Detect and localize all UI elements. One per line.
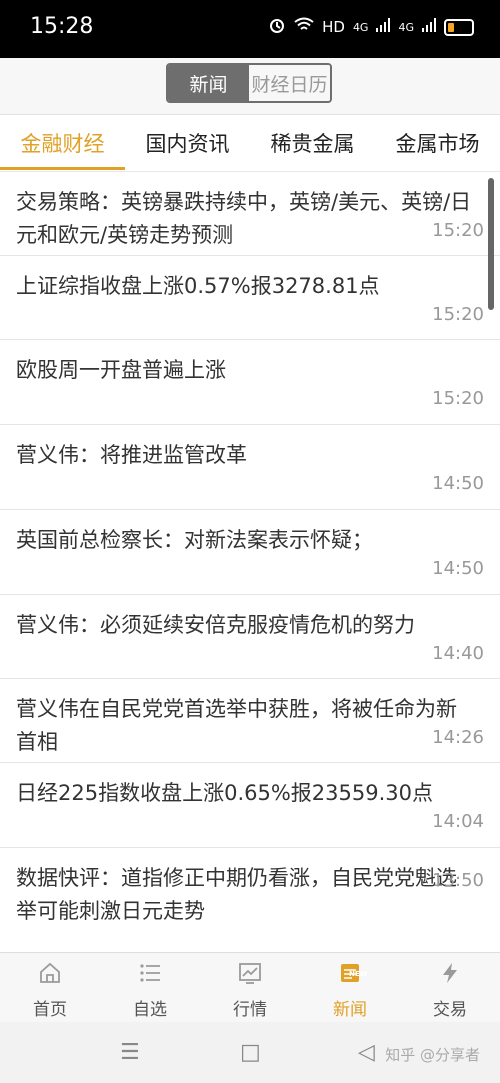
back-icon[interactable]: ◁: [358, 1040, 375, 1065]
lightning-icon: [443, 963, 457, 983]
segment-news[interactable]: 新闻: [168, 65, 249, 101]
signal-icon-2: [422, 18, 436, 36]
news-title: 菅义伟：将推进监管改革: [16, 443, 247, 467]
news-item[interactable]: 英国前总检察长：对新法案表示怀疑； 14:50: [0, 510, 500, 595]
tab-domestic[interactable]: 国内资讯: [125, 115, 250, 171]
news-time: 14:26: [432, 727, 484, 748]
news-title: 菅义伟在自民党党首选举中获胜，将被任命为新首相: [16, 697, 457, 754]
news-item[interactable]: 菅义伟在自民党党首选举中获胜，将被任命为新首相 14:26: [0, 679, 500, 763]
news-title: 欧股周一开盘普遍上涨: [16, 358, 226, 382]
nav-watchlist[interactable]: 自选: [100, 953, 200, 1023]
news-item[interactable]: 上证综指收盘上涨0.57%报3278.81点 15:20: [0, 256, 500, 340]
battery-icon: [444, 18, 474, 36]
watermark: 知乎 @分享者: [385, 1046, 480, 1064]
news-time: 14:50: [432, 558, 484, 579]
hd-label: HD: [322, 18, 345, 36]
news-item[interactable]: 日经225指数收盘上涨0.65%报23559.30点 14:04: [0, 763, 500, 848]
news-time: 14:50: [432, 473, 484, 494]
active-tab-indicator: [0, 167, 125, 170]
wifi-icon: [294, 17, 314, 37]
news-title: 日经225指数收盘上涨0.65%报23559.30点: [16, 781, 433, 805]
segment-calendar[interactable]: 财经日历: [249, 65, 330, 101]
news-time: 14:04: [432, 811, 484, 832]
chart-icon: [239, 963, 261, 984]
signal-icon-1: [376, 18, 391, 36]
status-time: 15:28: [30, 14, 94, 39]
home-icon: [40, 962, 60, 983]
news-title: 菅义伟：必须延续安倍克服疫情危机的努力: [16, 613, 415, 637]
news-item[interactable]: 欧股周一开盘普遍上涨 15:20: [0, 340, 500, 425]
news-time: 13:50: [432, 870, 484, 891]
home-button-icon[interactable]: □: [240, 1040, 261, 1065]
scrollbar[interactable]: [488, 178, 494, 310]
news-item[interactable]: 菅义伟：必须延续安倍克服疫情危机的努力 14:40: [0, 595, 500, 679]
news-list: 交易策略：英镑暴跌持续中，英镑/美元、英镑/日元和欧元/英镑走势预测 15:20…: [0, 172, 500, 952]
news-title: 上证综指收盘上涨0.57%报3278.81点: [16, 274, 380, 298]
status-icons: HD 4G 4G: [268, 16, 474, 38]
alarm-icon: [268, 16, 286, 38]
status-bar: 15:28 HD 4G 4G: [0, 0, 500, 58]
news-time: 15:20: [432, 220, 484, 241]
tab-metal-market[interactable]: 金属市场: [375, 115, 500, 171]
signal-4g-label-2: 4G: [398, 20, 414, 34]
nav-home[interactable]: 首页: [0, 953, 100, 1023]
news-time: 15:20: [432, 388, 484, 409]
nav-market[interactable]: 行情: [200, 953, 300, 1023]
news-title: 数据快评：道指修正中期仍看涨，自民党党魁选举可能刺激日元走势: [16, 866, 457, 923]
nav-news[interactable]: 新闻 NEW: [300, 953, 400, 1023]
tab-precious-metals[interactable]: 稀贵金属: [250, 115, 375, 171]
news-title: 交易策略：英镑暴跌持续中，英镑/美元、英镑/日元和欧元/英镑走势预测: [16, 190, 472, 247]
nav-home-label: 首页: [33, 1000, 67, 1020]
nav-news-label: 新闻: [333, 1000, 367, 1020]
nav-trade-label: 交易: [433, 1000, 467, 1020]
tab-finance[interactable]: 金融财经: [0, 115, 125, 171]
nav-trade[interactable]: 交易: [400, 953, 500, 1023]
menu-icon[interactable]: ☰: [120, 1040, 140, 1065]
bottom-nav: 首页 自选 行情 新闻 NEW 交易: [0, 952, 500, 1023]
segment-control: 新闻 财经日历: [166, 63, 332, 103]
news-time: 14:40: [432, 643, 484, 664]
news-item[interactable]: 交易策略：英镑暴跌持续中，英镑/美元、英镑/日元和欧元/英镑走势预测 15:20: [0, 172, 500, 256]
system-nav-bar: ☰ □ ◁ 知乎 @分享者: [0, 1022, 500, 1083]
list-icon: [140, 964, 160, 982]
new-badge: NEW: [349, 970, 368, 978]
news-title: 英国前总检察长：对新法案表示怀疑；: [16, 528, 373, 552]
news-item[interactable]: 数据快评：道指修正中期仍看涨，自民党党魁选举可能刺激日元走势 13:50: [0, 848, 500, 952]
category-tabs: 金融财经 国内资讯 稀贵金属 金属市场: [0, 115, 500, 172]
top-bar: 新闻 财经日历: [0, 58, 500, 115]
nav-market-label: 行情: [233, 1000, 267, 1020]
news-time: 15:20: [432, 304, 484, 325]
signal-4g-label-1: 4G: [352, 20, 369, 34]
news-item[interactable]: 菅义伟：将推进监管改革 14:50: [0, 425, 500, 510]
nav-watchlist-label: 自选: [133, 1000, 167, 1020]
